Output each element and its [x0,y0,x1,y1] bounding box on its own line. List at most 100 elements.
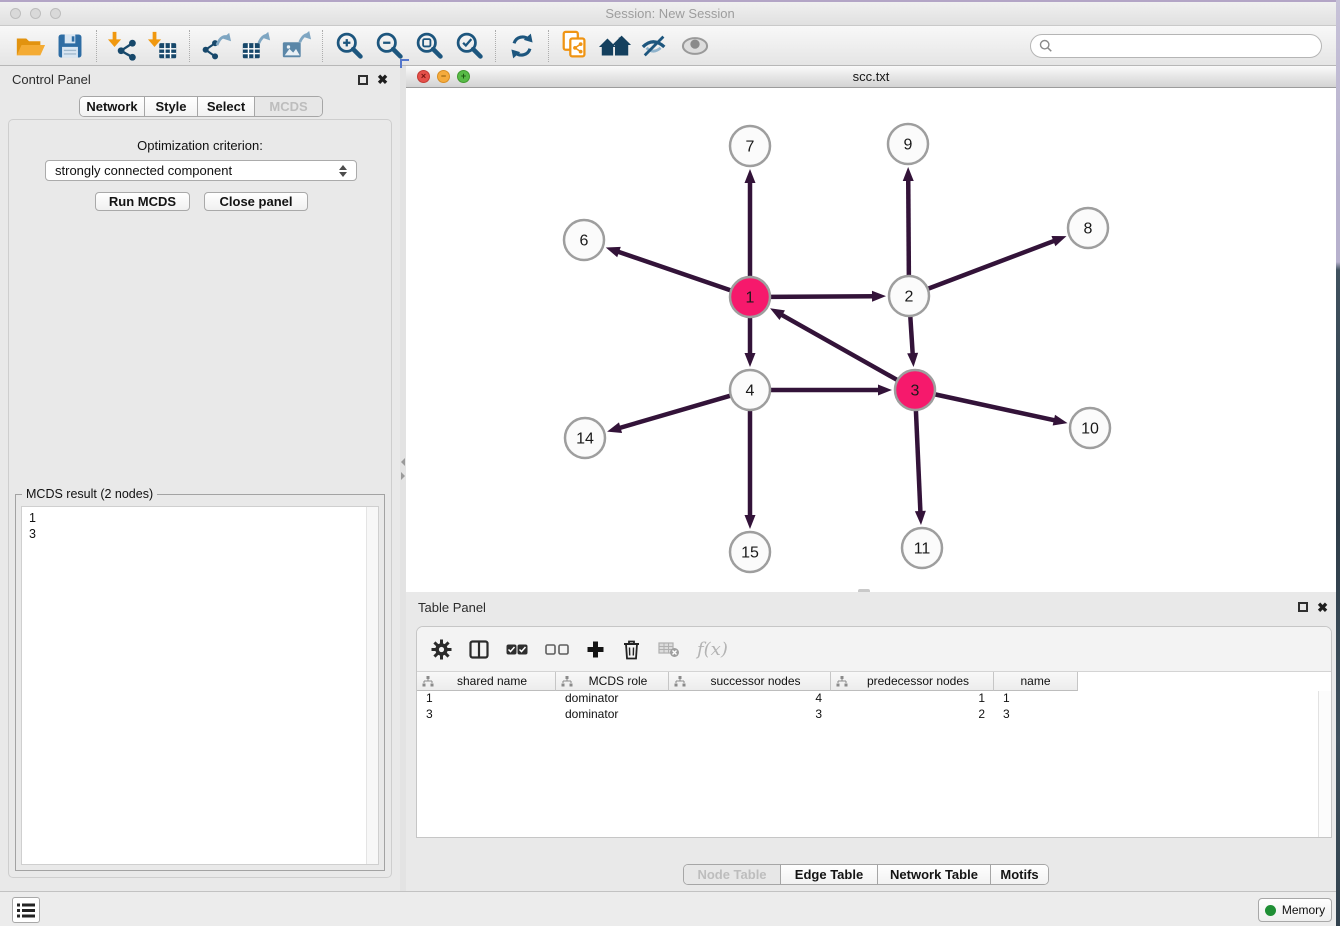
svg-text:7: 7 [746,139,755,156]
network-canvas[interactable]: 1 2 3 4 6 7 8 9 10 11 14 15 [406,88,1336,592]
graph-node-9[interactable]: 9 [888,124,928,164]
select-all-columns-button[interactable] [506,644,528,655]
network-view-window: × − + scc.txt 1 2 3 4 6 7 8 9 10 11 14 15 [406,66,1336,592]
network-maximize-button[interactable]: + [457,70,470,83]
tab-mcds[interactable]: MCDS [255,97,322,116]
splitter-collapse-left-icon[interactable] [401,458,405,466]
toolbar-separator [189,30,190,62]
network-window-titlebar[interactable]: × − + scc.txt [406,66,1336,88]
tab-network-table[interactable]: Network Table [878,865,991,884]
graph-node-11[interactable]: 11 [902,528,942,568]
criterion-dropdown[interactable]: strongly connected component [45,160,357,181]
table-scrollbar[interactable] [1318,691,1331,837]
graph-node-14[interactable]: 14 [565,418,605,458]
graph-node-1[interactable]: 1 [730,277,770,317]
clone-network-icon [559,29,591,63]
column-header-name[interactable]: name [994,672,1078,691]
import-network-button[interactable] [103,28,143,64]
cell-shared-name[interactable]: 1 [417,691,556,707]
graph-edge-2-8[interactable] [928,240,1056,288]
graph-edge-2-3[interactable] [910,316,912,355]
graph-edge-4-14[interactable] [619,396,731,429]
table-row[interactable]: 1 dominator 4 1 1 [417,691,1331,707]
export-network-button[interactable] [196,28,236,64]
delete-row-button[interactable] [622,639,641,660]
column-header-shared-name[interactable]: shared name [417,672,556,691]
column-header-predecessor-nodes[interactable]: predecessor nodes [831,672,994,691]
graph-edge-3-1[interactable] [780,314,897,380]
control-panel-title: Control Panel [12,72,91,87]
search-box[interactable] [1030,34,1322,58]
export-table-button[interactable] [236,28,276,64]
app-titlebar[interactable]: Session: New Session [0,2,1340,26]
export-image-icon [280,30,312,62]
task-history-button[interactable] [12,897,40,923]
search-input[interactable] [1058,38,1313,53]
network-close-button[interactable]: × [417,70,430,83]
houses-icon [598,32,632,60]
deselect-all-columns-button[interactable] [545,644,569,655]
graph-node-10[interactable]: 10 [1070,408,1110,448]
clone-network-button[interactable] [555,28,595,64]
graph-node-6[interactable]: 6 [564,220,604,260]
close-panel-button[interactable]: Close panel [204,192,308,211]
export-image-button[interactable] [276,28,316,64]
graph-edge-2-9[interactable] [908,179,909,276]
table-panel-header: Table Panel ✖ [406,592,1340,622]
tab-edge-table[interactable]: Edge Table [781,865,878,884]
graph-node-15[interactable]: 15 [730,532,770,572]
float-table-panel-icon[interactable] [1298,602,1308,612]
show-panel-button[interactable] [675,28,715,64]
open-session-button[interactable] [10,28,50,64]
graph-node-8[interactable]: 8 [1068,208,1108,248]
cell-predecessor-nodes[interactable]: 2 [831,707,994,723]
graph-edge-3-11[interactable] [916,410,921,513]
memory-button[interactable]: Memory [1258,898,1332,922]
home-view-button[interactable] [595,28,635,64]
cell-name[interactable]: 1 [994,691,1078,707]
column-header-successor-nodes[interactable]: successor nodes [669,672,831,691]
cell-successor-nodes[interactable]: 3 [669,707,831,723]
float-panel-icon[interactable] [358,75,368,85]
graph-edge-1-6[interactable] [617,251,731,290]
mcds-result-area[interactable]: 1 3 [21,506,379,865]
graph-node-2[interactable]: 2 [889,276,929,316]
zoom-fit-button[interactable] [409,28,449,64]
close-table-panel-icon[interactable]: ✖ [1317,601,1328,614]
zoom-selected-button[interactable] [449,28,489,64]
table-row[interactable]: 3 dominator 3 2 3 [417,707,1331,723]
graph-edge-3-10[interactable] [935,394,1056,420]
sitemap-icon [674,676,686,687]
tab-select[interactable]: Select [198,97,255,116]
run-mcds-button[interactable]: Run MCDS [95,192,190,211]
tab-style[interactable]: Style [145,97,198,116]
graph-edge-arrow [1051,236,1066,246]
add-row-button[interactable] [586,640,605,659]
close-panel-icon[interactable]: ✖ [377,73,388,86]
network-graph[interactable]: 1 2 3 4 6 7 8 9 10 11 14 15 [406,88,1336,592]
tab-motifs[interactable]: Motifs [991,865,1048,884]
cell-successor-nodes[interactable]: 4 [669,691,831,707]
table-settings-button[interactable] [431,639,452,660]
refresh-layout-button[interactable] [502,28,542,64]
cell-mcds-role[interactable]: dominator [556,691,669,707]
network-minimize-button[interactable]: − [437,70,450,83]
cell-predecessor-nodes[interactable]: 1 [831,691,994,707]
graph-edge-1-2[interactable] [770,296,874,297]
zoom-in-button[interactable] [329,28,369,64]
result-scrollbar[interactable] [366,507,378,864]
cell-name[interactable]: 3 [994,707,1078,723]
import-table-button[interactable] [143,28,183,64]
column-header-mcds-role[interactable]: MCDS role [556,672,669,691]
show-column-button[interactable] [469,640,489,659]
graph-node-3[interactable]: 3 [895,370,935,410]
cell-shared-name[interactable]: 3 [417,707,556,723]
tab-network[interactable]: Network [80,97,145,116]
graph-node-7[interactable]: 7 [730,126,770,166]
splitter-collapse-right-icon[interactable] [401,472,405,480]
tab-node-table[interactable]: Node Table [684,865,781,884]
cell-mcds-role[interactable]: dominator [556,707,669,723]
graph-node-4[interactable]: 4 [730,370,770,410]
hide-panel-button[interactable] [635,28,675,64]
save-session-button[interactable] [50,28,90,64]
